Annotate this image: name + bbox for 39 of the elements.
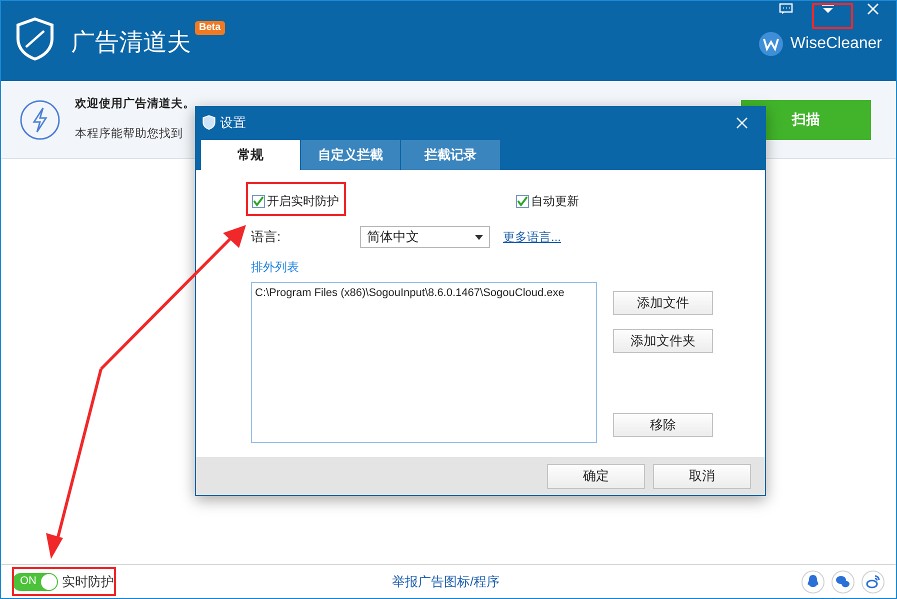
weibo-icon[interactable] (861, 570, 885, 594)
list-action-button[interactable]: 添加文件夹 (613, 329, 713, 353)
exclusion-list-label: 排外列表 (251, 259, 300, 276)
qq-penguin-icon[interactable] (801, 570, 825, 594)
shield-logo-icon (202, 115, 216, 130)
shield-logo-icon (15, 17, 55, 61)
protection-label: 实时防护 (62, 572, 114, 591)
checkbox[interactable] (516, 194, 529, 208)
list-action-button[interactable]: 添加文件 (613, 291, 713, 315)
checkbox-label: 自动更新 (531, 193, 579, 210)
beta-badge: Beta (195, 21, 225, 35)
wechat-icon[interactable] (831, 570, 855, 594)
welcome-heading: 欢迎使用广告清道夫。 (75, 96, 195, 112)
lightning-icon (19, 98, 61, 140)
dropdown-menu-icon[interactable] (821, 3, 835, 15)
dialog-button[interactable]: 确定 (547, 464, 645, 488)
more-languages-link[interactable]: 更多语言... (503, 228, 562, 246)
brand-name: WiseCleaner (790, 34, 882, 54)
caret-icon (475, 234, 483, 240)
settings-tab[interactable]: 常规 (201, 140, 300, 170)
settings-tab[interactable]: 自定义拦截 (301, 140, 400, 170)
settings-tab[interactable]: 拦截记录 (401, 140, 500, 170)
feedback-icon[interactable] (779, 3, 793, 15)
welcome-text: 本程序能帮助您找到 (75, 126, 184, 142)
language-select[interactable]: 简体中文 (360, 226, 490, 248)
language-label: 语言: (251, 228, 282, 246)
app-title: 广告清道夫 (71, 28, 191, 58)
list-action-button[interactable]: 移除 (613, 413, 713, 437)
report-link[interactable]: 举报广告图标/程序 (392, 572, 500, 592)
close-icon[interactable] (867, 3, 879, 15)
dialog-title: 设置 (220, 114, 246, 132)
close-icon[interactable] (736, 116, 748, 128)
exclusion-item[interactable]: C:\Program Files (x86)\SogouInput\8.6.0.1467\SogouCloud.exe (255, 285, 593, 302)
brand-logo-icon (758, 31, 784, 57)
checkbox-label: 开启实时防护 (267, 193, 339, 210)
exclusion-list[interactable]: C:\Program Files (x86)\SogouInput\8.6.0.1467\SogouCloud.exe (251, 282, 597, 443)
checkbox[interactable] (252, 194, 265, 208)
highlight-frame (812, 3, 853, 29)
dialog-button[interactable]: 取消 (653, 464, 751, 488)
